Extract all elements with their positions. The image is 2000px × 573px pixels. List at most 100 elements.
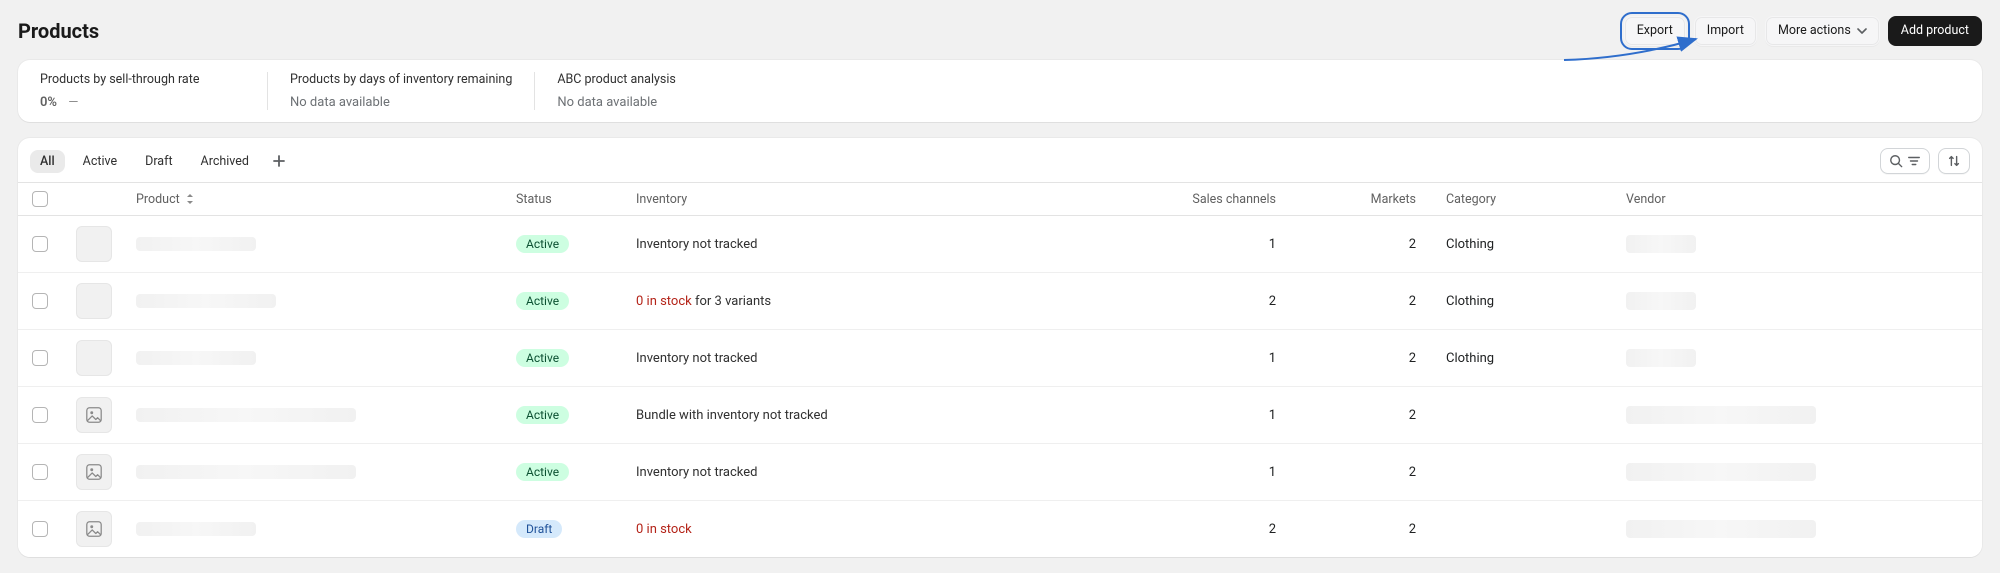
status-badge: Active: [516, 235, 569, 253]
vendor-placeholder: [1626, 520, 1816, 538]
markets-cell: 2: [1306, 408, 1446, 423]
tab-draft[interactable]: Draft: [135, 150, 182, 173]
status-badge: Active: [516, 292, 569, 310]
plus-icon: [272, 154, 286, 168]
vendor-placeholder: [1626, 349, 1696, 367]
sales-channels-cell: 1: [1136, 237, 1306, 252]
metric-value: No data available: [557, 95, 763, 110]
sales-channels-cell: 2: [1136, 294, 1306, 309]
sales-channels-cell: 2: [1136, 522, 1306, 537]
image-placeholder-icon: [85, 406, 103, 424]
row-checkbox[interactable]: [32, 464, 48, 480]
product-thumbnail: [76, 340, 112, 376]
vendor-placeholder: [1626, 406, 1816, 424]
product-thumbnail: [76, 454, 112, 490]
add-view-button[interactable]: [267, 149, 291, 173]
table-row[interactable]: Active Bundle with inventory not tracked1…: [18, 387, 1982, 444]
table-row[interactable]: ActiveInventory not tracked12: [18, 444, 1982, 501]
status-badge: Draft: [516, 520, 562, 538]
inventory-cell: 0 in stock: [636, 522, 1136, 537]
metric-inventory-days[interactable]: Products by days of inventory remaining …: [268, 72, 535, 110]
vendor-placeholder: [1626, 463, 1816, 481]
product-name-placeholder: [136, 294, 276, 308]
product-thumbnail: [76, 283, 112, 319]
inventory-cell: Inventory not tracked: [636, 237, 1136, 252]
metric-delta: —: [68, 95, 78, 110]
product-name-placeholder: [136, 351, 256, 365]
sort-button[interactable]: [1938, 148, 1970, 174]
table-body: ActiveInventory not tracked12ClothingAct…: [18, 216, 1982, 557]
vendor-placeholder: [1626, 235, 1696, 253]
product-name-placeholder: [136, 465, 356, 479]
table-row[interactable]: Active Inventory not tracked12Clothing: [18, 330, 1982, 387]
sort-icon: [1947, 154, 1961, 168]
status-badge: Active: [516, 463, 569, 481]
search-icon: [1889, 154, 1903, 168]
table-row[interactable]: Active Inventory not tracked12Clothing: [18, 216, 1982, 273]
status-badge: Active: [516, 406, 569, 424]
product-name-placeholder: [136, 237, 256, 251]
inventory-cell: 0 in stock for 3 variants: [636, 294, 1136, 309]
more-actions-label: More actions: [1778, 23, 1851, 39]
row-checkbox[interactable]: [32, 236, 48, 252]
tab-bar: All Active Draft Archived: [18, 138, 1982, 182]
category-cell: Clothing: [1446, 294, 1626, 309]
markets-cell: 2: [1306, 294, 1446, 309]
product-thumbnail: [76, 397, 112, 433]
select-all-checkbox[interactable]: [32, 191, 48, 207]
metrics-card: Products by sell-through rate 0% — Produ…: [18, 60, 1982, 122]
category-cell: Clothing: [1446, 237, 1626, 252]
col-status: Status: [516, 192, 636, 207]
markets-cell: 2: [1306, 237, 1446, 252]
sales-channels-cell: 1: [1136, 351, 1306, 366]
status-badge: Active: [516, 349, 569, 367]
image-placeholder-icon: [85, 520, 103, 538]
import-button[interactable]: Import: [1694, 16, 1757, 46]
chevron-down-icon: [1857, 26, 1867, 36]
row-checkbox[interactable]: [32, 350, 48, 366]
row-checkbox[interactable]: [32, 293, 48, 309]
inventory-cell: Bundle with inventory not tracked: [636, 408, 1136, 423]
col-markets: Markets: [1306, 192, 1446, 207]
filter-icon: [1907, 154, 1921, 168]
more-actions-button[interactable]: More actions: [1765, 16, 1880, 46]
search-filter-button[interactable]: [1880, 148, 1930, 174]
row-checkbox[interactable]: [32, 407, 48, 423]
export-button[interactable]: Export: [1624, 16, 1686, 46]
sales-channels-cell: 1: [1136, 408, 1306, 423]
table-header: Product Status Inventory Sales channels …: [18, 182, 1982, 216]
markets-cell: 2: [1306, 351, 1446, 366]
col-vendor: Vendor: [1626, 192, 1970, 207]
metric-label: Products by sell-through rate: [40, 72, 245, 87]
metric-abc[interactable]: ABC product analysis No data available: [535, 72, 785, 110]
vendor-placeholder: [1626, 292, 1696, 310]
metric-sell-through[interactable]: Products by sell-through rate 0% —: [18, 72, 268, 110]
tabs: All Active Draft Archived: [30, 149, 291, 173]
metric-value: 0%: [40, 95, 57, 110]
product-name-placeholder: [136, 408, 356, 422]
tab-all[interactable]: All: [30, 150, 65, 173]
tab-active[interactable]: Active: [73, 150, 127, 173]
metric-label: Products by days of inventory remaining: [290, 72, 512, 87]
col-inventory: Inventory: [636, 192, 1136, 207]
col-category: Category: [1446, 192, 1626, 207]
header-actions: Export Import More actions Add product: [1624, 16, 1982, 46]
inventory-cell: Inventory not tracked: [636, 465, 1136, 480]
table-row[interactable]: Active0 in stock for 3 variants22Clothin…: [18, 273, 1982, 330]
table-row[interactable]: Draft0 in stock22: [18, 501, 1982, 557]
metric-value: No data available: [290, 95, 512, 110]
page-header: Products Export Import More actions Add …: [18, 16, 1982, 46]
category-cell: Clothing: [1446, 351, 1626, 366]
tab-archived[interactable]: Archived: [191, 150, 259, 173]
col-product[interactable]: Product: [136, 192, 516, 207]
markets-cell: 2: [1306, 522, 1446, 537]
product-name-placeholder: [136, 522, 256, 536]
sort-caret-icon: [185, 193, 195, 205]
inventory-cell: Inventory not tracked: [636, 351, 1136, 366]
markets-cell: 2: [1306, 465, 1446, 480]
product-thumbnail: [76, 511, 112, 547]
add-product-button[interactable]: Add product: [1888, 16, 1982, 46]
row-checkbox[interactable]: [32, 521, 48, 537]
product-thumbnail: [76, 226, 112, 262]
products-table-card: All Active Draft Archived: [18, 138, 1982, 557]
